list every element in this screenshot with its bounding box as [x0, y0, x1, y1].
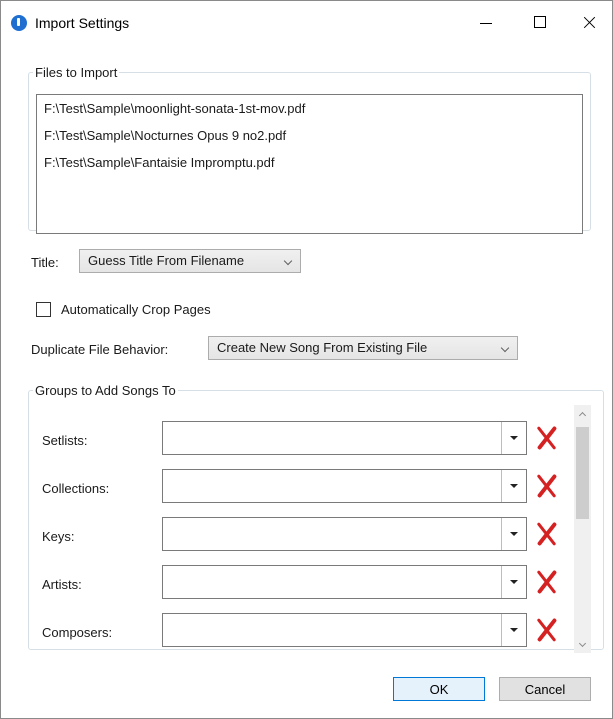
- title-bar[interactable]: Import Settings: [1, 1, 612, 45]
- keys-label: Keys:: [42, 529, 75, 544]
- remove-keys-icon[interactable]: [534, 522, 560, 546]
- composers-dropdown[interactable]: [162, 613, 527, 647]
- setlists-label: Setlists:: [42, 433, 88, 448]
- remove-artists-icon[interactable]: [534, 570, 560, 594]
- artists-label: Artists:: [42, 577, 82, 592]
- app-icon: [11, 15, 27, 31]
- groups-legend: Groups to Add Songs To: [35, 383, 176, 398]
- window-title: Import Settings: [35, 15, 130, 31]
- scroll-up-icon[interactable]: [574, 405, 591, 422]
- file-list-item[interactable]: F:\Test\Sample\Fantaisie Impromptu.pdf: [37, 149, 582, 176]
- caret-down-icon: [510, 628, 518, 632]
- chevron-down-icon: [500, 343, 510, 353]
- caret-down-icon: [510, 532, 518, 536]
- files-to-import-legend: Files to Import: [35, 65, 118, 80]
- title-select-value: Guess Title From Filename: [88, 253, 245, 268]
- dropdown-button[interactable]: [501, 566, 526, 598]
- file-list-item[interactable]: F:\Test\Sample\moonlight-sonata-1st-mov.…: [37, 95, 582, 122]
- files-list[interactable]: F:\Test\Sample\moonlight-sonata-1st-mov.…: [36, 94, 583, 234]
- dropdown-button[interactable]: [501, 614, 526, 646]
- chevron-down-icon: [283, 256, 293, 266]
- title-label: Title:: [31, 255, 59, 270]
- groups-scrollbar[interactable]: [574, 405, 591, 653]
- remove-setlists-icon[interactable]: [534, 426, 560, 450]
- remove-collections-icon[interactable]: [534, 474, 560, 498]
- auto-crop-label[interactable]: Automatically Crop Pages: [61, 302, 211, 317]
- remove-composers-icon[interactable]: [534, 618, 560, 642]
- duplicate-behavior-label: Duplicate File Behavior:: [31, 342, 169, 357]
- composers-label: Composers:: [42, 625, 113, 640]
- import-settings-dialog: Import Settings Files to Import F:\Test\…: [0, 0, 613, 719]
- scroll-down-icon[interactable]: [574, 636, 591, 653]
- duplicate-behavior-value: Create New Song From Existing File: [217, 340, 428, 355]
- scroll-thumb[interactable]: [576, 427, 589, 519]
- caret-down-icon: [510, 484, 518, 488]
- cancel-button[interactable]: Cancel: [499, 677, 591, 701]
- close-button[interactable]: [567, 1, 613, 45]
- file-list-item[interactable]: F:\Test\Sample\Nocturnes Opus 9 no2.pdf: [37, 122, 582, 149]
- dropdown-button[interactable]: [501, 518, 526, 550]
- maximize-button[interactable]: [517, 1, 563, 45]
- artists-dropdown[interactable]: [162, 565, 527, 599]
- minimize-button[interactable]: [463, 1, 509, 45]
- collections-label: Collections:: [42, 481, 110, 496]
- dropdown-button[interactable]: [501, 422, 526, 454]
- caret-down-icon: [510, 436, 518, 440]
- ok-button[interactable]: OK: [393, 677, 485, 701]
- setlists-dropdown[interactable]: [162, 421, 527, 455]
- title-select[interactable]: Guess Title From Filename: [79, 249, 301, 273]
- keys-dropdown[interactable]: [162, 517, 527, 551]
- duplicate-behavior-select[interactable]: Create New Song From Existing File: [208, 336, 518, 360]
- files-to-import-group: Files to Import F:\Test\Sample\moonlight…: [28, 65, 591, 234]
- groups-to-add-songs-group: Groups to Add Songs To Setlists: Collect…: [28, 383, 604, 653]
- auto-crop-checkbox[interactable]: [36, 302, 51, 317]
- caret-down-icon: [510, 580, 518, 584]
- collections-dropdown[interactable]: [162, 469, 527, 503]
- dropdown-button[interactable]: [501, 470, 526, 502]
